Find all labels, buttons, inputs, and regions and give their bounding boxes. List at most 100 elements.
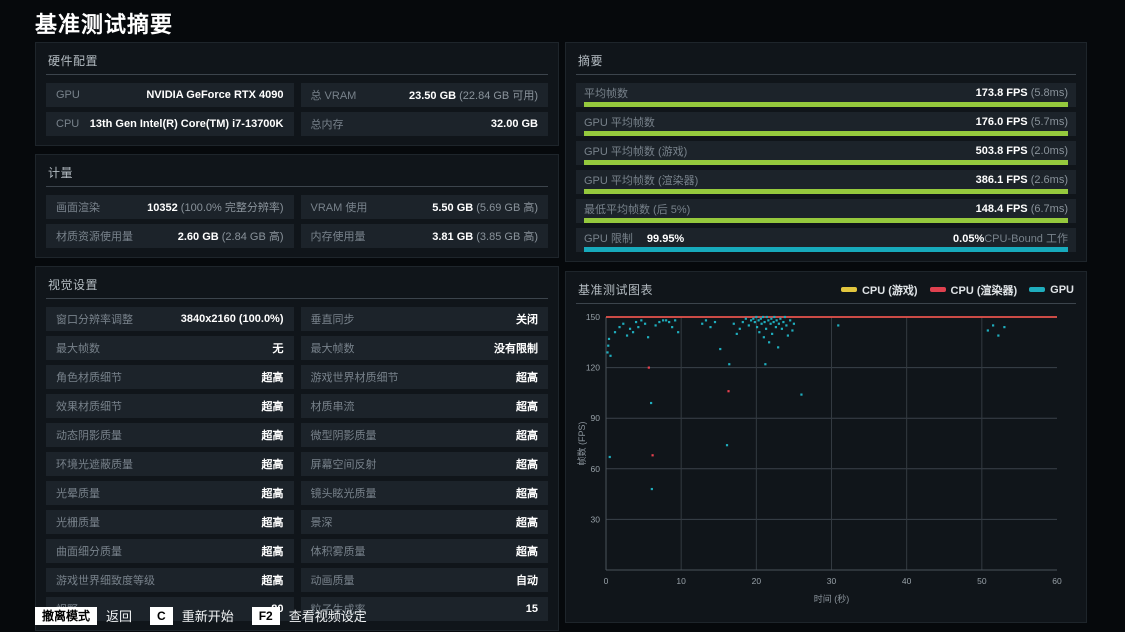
metrics-panel: 计量 画面渲染 10352 (100.0% 完整分辨率) VRAM 使用 5.50 G… bbox=[35, 154, 559, 258]
summary-rows: 平均帧数 173.8 FPS (5.8ms) GPU 平均帧数 176.0 FPS (… bbox=[576, 83, 1076, 252]
hotkey-action-label: 查看视频设定 bbox=[288, 609, 367, 624]
svg-text:10: 10 bbox=[676, 576, 686, 586]
visual-setting-row-label: 环境光遮蔽质量 bbox=[56, 459, 133, 471]
fps-bar-track bbox=[584, 189, 1068, 194]
metric-row-note: (2.84 GB 高) bbox=[218, 231, 284, 243]
benchmark-chart: 30 60 90 120 150 0 10 20 30 40 50 60 时间 (秒) 帧数 (FPS) bbox=[576, 312, 1062, 604]
svg-text:50: 50 bbox=[977, 576, 987, 586]
visual-setting-row-value: 超高 bbox=[261, 401, 284, 413]
cpu-bound-label: CPU-Bound 工作 bbox=[984, 232, 1068, 245]
svg-text:30: 30 bbox=[827, 576, 837, 586]
hardware-row-label: 总 VRAM bbox=[310, 90, 357, 102]
visual-setting-row-label: 游戏世界细致度等级 bbox=[56, 575, 155, 587]
metric-row: 画面渲染 10352 (100.0% 完整分辨率) bbox=[46, 195, 294, 219]
visual-setting-row-label: 窗口分辨率调整 bbox=[56, 314, 133, 326]
fps-bar-track bbox=[584, 102, 1068, 107]
hardware-config-grid: GPU NVIDIA GeForce RTX 4090 总 VRAM 23.50 GB… bbox=[46, 83, 548, 136]
visual-setting-row: 体积雾质量 超高 bbox=[300, 539, 548, 563]
legend-label: CPU (渲染器) bbox=[950, 284, 1018, 297]
svg-text:150: 150 bbox=[586, 312, 600, 322]
metric-row-label: 内存使用量 bbox=[310, 231, 366, 243]
gpu-limit-row: GPU 限制 99.95% 0.05%CPU-Bound 工作 bbox=[576, 228, 1076, 252]
visual-setting-row-value: 超高 bbox=[516, 488, 538, 500]
fps-bar-fill bbox=[584, 160, 1068, 165]
summary-metric-row: 平均帧数 173.8 FPS (5.8ms) bbox=[576, 83, 1076, 107]
visual-setting-row: 屏幕空间反射 超高 bbox=[300, 452, 548, 476]
legend-item: CPU (游戏) bbox=[840, 282, 918, 298]
svg-text:60: 60 bbox=[591, 464, 601, 474]
fps-bar-track bbox=[584, 218, 1068, 223]
metrics-header: 计量 bbox=[46, 161, 548, 187]
visual-settings-header: 视觉设置 bbox=[46, 273, 548, 299]
hotkey-bar: 撤离模式 返回 C 重新开始 F2 查看视频设定 bbox=[35, 606, 367, 625]
svg-text:120: 120 bbox=[586, 363, 600, 373]
hotkey-item-back[interactable]: 撤离模式 返回 bbox=[35, 606, 132, 625]
legend-label: CPU (游戏) bbox=[861, 284, 918, 297]
hotkey-item-video-settings[interactable]: F2 查看视频设定 bbox=[251, 606, 367, 625]
visual-setting-row-value: 超高 bbox=[516, 372, 538, 384]
summary-metric-row: 最低平均帧数 (后 5%) 148.4 FPS (6.7ms) bbox=[576, 199, 1076, 223]
hardware-row-note: (22.84 GB 可用) bbox=[456, 90, 538, 102]
summary-metric-value: 148.4 FPS (6.7ms) bbox=[975, 202, 1068, 215]
visual-setting-row-label: 动画质量 bbox=[310, 575, 355, 587]
legend-item: GPU bbox=[1029, 284, 1074, 296]
metric-row-label: VRAM 使用 bbox=[310, 202, 368, 214]
metric-row-value: 10352 (100.0% 完整分辨率) bbox=[147, 202, 284, 214]
page-title: 基准测试摘要 bbox=[35, 12, 174, 37]
svg-text:帧数 (FPS): 帧数 (FPS) bbox=[576, 421, 587, 465]
visual-setting-row-value: 自动 bbox=[516, 575, 538, 587]
chart-header-row: 基准测试图表 CPU (游戏) CPU (渲染器) GPU bbox=[576, 278, 1076, 304]
visual-setting-row: 光栅质量 超高 bbox=[46, 510, 294, 534]
visual-setting-row-label: 屏幕空间反射 bbox=[310, 459, 377, 471]
visual-setting-row-label: 镜头眩光质量 bbox=[310, 488, 377, 500]
visual-setting-row-value: 超高 bbox=[261, 372, 284, 384]
metric-row: 内存使用量 3.81 GB (3.85 GB 高) bbox=[300, 224, 548, 248]
hotkey-item-restart[interactable]: C 重新开始 bbox=[150, 606, 234, 625]
visual-setting-row: 动态阴影质量 超高 bbox=[46, 423, 294, 447]
visual-setting-row-value: 超高 bbox=[516, 401, 538, 413]
visual-setting-row: 游戏世界细致度等级 超高 bbox=[46, 568, 294, 592]
right-column: 摘要 平均帧数 173.8 FPS (5.8ms) GPU 平均帧数 176.0 FP… bbox=[565, 42, 1087, 631]
legend-label: GPU bbox=[1050, 283, 1074, 296]
hotkey-action-label: 重新开始 bbox=[181, 609, 234, 624]
visual-setting-row-value: 关闭 bbox=[516, 314, 538, 326]
visual-setting-row-label: 最大帧数 bbox=[310, 343, 355, 355]
summary-metric-label: 平均帧数 bbox=[584, 87, 628, 100]
metric-row-note: (100.0% 完整分辨率) bbox=[177, 202, 284, 214]
visual-setting-row: 微型阴影质量 超高 bbox=[300, 423, 548, 447]
visual-setting-row: 效果材质细节 超高 bbox=[46, 394, 294, 418]
fps-bar-fill bbox=[584, 218, 1068, 223]
svg-text:30: 30 bbox=[591, 514, 601, 524]
gpu-limit-value: 99.95% bbox=[646, 232, 685, 245]
hardware-config-panel: 硬件配置 GPU NVIDIA GeForce RTX 4090 总 VRAM 23.… bbox=[35, 42, 559, 146]
visual-setting-row-value: 超高 bbox=[516, 459, 538, 471]
metric-row-note: (3.85 GB 高) bbox=[473, 231, 538, 243]
svg-text:40: 40 bbox=[902, 576, 912, 586]
summary-metric-label: GPU 平均帧数 bbox=[584, 116, 655, 129]
metric-row-value: 3.81 GB (3.85 GB 高) bbox=[432, 231, 538, 243]
visual-setting-row-label: 景深 bbox=[310, 517, 333, 529]
summary-metric-label: 最低平均帧数 (后 5%) bbox=[584, 203, 691, 216]
visual-setting-row-label: 垂直同步 bbox=[310, 314, 355, 326]
hardware-row-value: 13th Gen Intel(R) Core(TM) i7-13700K bbox=[89, 118, 284, 130]
gpu-limit-label: GPU 限制 bbox=[584, 232, 633, 245]
fps-bar-fill bbox=[584, 131, 1068, 136]
visual-setting-row-value: 超高 bbox=[261, 546, 284, 558]
left-column: 硬件配置 GPU NVIDIA GeForce RTX 4090 总 VRAM 23.… bbox=[35, 42, 559, 632]
hardware-row-label: CPU bbox=[56, 118, 80, 130]
visual-setting-row: 景深 超高 bbox=[300, 510, 548, 534]
visual-setting-row-value: 超高 bbox=[516, 546, 538, 558]
visual-setting-row-label: 游戏世界材质细节 bbox=[310, 372, 399, 384]
visual-setting-row-label: 微型阴影质量 bbox=[310, 430, 377, 442]
legend-item: CPU (渲染器) bbox=[929, 282, 1018, 298]
visual-setting-row-value: 3840x2160 (100.0%) bbox=[180, 313, 284, 325]
visual-setting-row: 动画质量 自动 bbox=[300, 568, 548, 592]
visual-setting-row-label: 材质串流 bbox=[310, 401, 355, 413]
hardware-row-value: 23.50 GB (22.84 GB 可用) bbox=[408, 90, 538, 102]
hardware-row: 总内存 32.00 GB bbox=[300, 112, 548, 136]
hardware-config-header: 硬件配置 bbox=[46, 49, 548, 75]
metric-row: 材质资源使用量 2.60 GB (2.84 GB 高) bbox=[46, 224, 294, 248]
summary-metric-frametime: (5.7ms) bbox=[1030, 115, 1068, 128]
metric-row-note: (5.69 GB 高) bbox=[473, 202, 538, 214]
hardware-row-value: 32.00 GB bbox=[490, 118, 538, 130]
